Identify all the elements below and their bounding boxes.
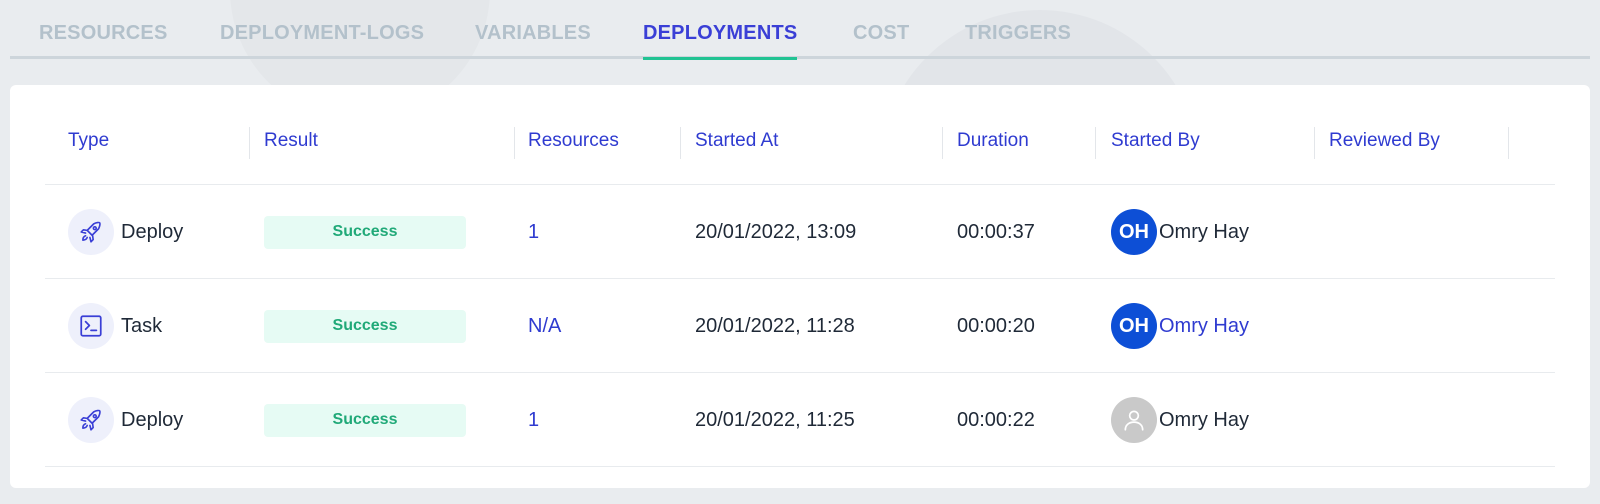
tab-resources[interactable]: RESOURCES [39,22,168,59]
user-name: Omry Hay [1159,220,1249,243]
result-cell: Success [264,185,466,279]
table-row[interactable]: Deploy Success 1 20/01/2022, 13:09 00:00… [45,185,1555,279]
started-at-cell: 20/01/2022, 11:25 [695,408,855,431]
avatar [1111,397,1157,443]
column-header-started-by[interactable]: Started By [1111,130,1200,152]
resources-link[interactable]: 1 [528,409,539,432]
column-separator[interactable] [514,127,515,159]
duration-cell: 00:00:20 [957,314,1035,337]
rocket-icon [68,397,114,443]
duration-cell: 00:00:22 [957,408,1035,431]
type-cell: Deploy [68,185,183,279]
deployments-card: Type Result Resources Started At Duratio… [10,85,1590,488]
started-by-cell: OH Omry Hay [1111,185,1249,279]
column-separator[interactable] [680,127,681,159]
started-at-cell: 20/01/2022, 11:28 [695,314,855,337]
resources-value: N/A [528,314,562,337]
type-cell: Deploy [68,373,183,467]
type-label: Task [121,314,163,337]
tab-deployments[interactable]: DEPLOYMENTS [643,22,798,60]
table-row[interactable]: Task Success N/A 20/01/2022, 11:28 00:00… [45,279,1555,373]
resources-cell: N/A [528,279,561,373]
column-separator[interactable] [249,127,250,159]
started-by-cell: OH Omry Hay [1111,279,1249,373]
tab-variables[interactable]: VARIABLES [475,22,591,59]
tab-triggers[interactable]: TRIGGERS [965,22,1071,59]
tab-bar: RESOURCES DEPLOYMENT-LOGS VARIABLES DEPL… [10,0,1590,60]
terminal-icon [68,303,114,349]
status-badge: Success [264,403,466,437]
status-badge: Success [264,215,466,249]
column-header-duration[interactable]: Duration [957,130,1029,152]
column-separator[interactable] [1314,127,1315,159]
tab-deployment-logs[interactable]: DEPLOYMENT-LOGS [220,22,424,59]
type-cell: Task [68,279,162,373]
column-header-result[interactable]: Result [264,130,318,152]
column-header-started-at[interactable]: Started At [695,130,778,152]
user-name-link[interactable]: Omry Hay [1159,315,1249,338]
started-at-cell: 20/01/2022, 13:09 [695,220,857,243]
column-header-resources[interactable]: Resources [528,130,619,152]
deployments-table: Type Result Resources Started At Duratio… [45,85,1555,467]
column-header-type[interactable]: Type [68,130,109,152]
column-separator[interactable] [942,127,943,159]
column-header-reviewed-by[interactable]: Reviewed By [1329,130,1440,152]
resources-cell: 1 [528,185,539,279]
column-separator[interactable] [1095,127,1096,159]
resources-cell: 1 [528,373,539,467]
rocket-icon [68,209,114,255]
result-cell: Success [264,279,466,373]
resources-link[interactable]: 1 [528,221,539,244]
user-name: Omry Hay [1159,408,1249,431]
column-separator[interactable] [1508,127,1509,159]
result-cell: Success [264,373,466,467]
table-row[interactable]: Deploy Success 1 20/01/2022, 11:25 00:00… [45,373,1555,467]
table-header: Type Result Resources Started At Duratio… [45,85,1555,185]
avatar: OH [1111,303,1157,349]
user-icon [1124,410,1144,431]
type-label: Deploy [121,220,184,243]
status-badge: Success [264,309,466,343]
avatar: OH [1111,209,1157,255]
tab-cost[interactable]: COST [853,22,909,59]
started-by-cell: Omry Hay [1111,373,1249,467]
duration-cell: 00:00:37 [957,220,1035,243]
type-label: Deploy [121,408,184,431]
